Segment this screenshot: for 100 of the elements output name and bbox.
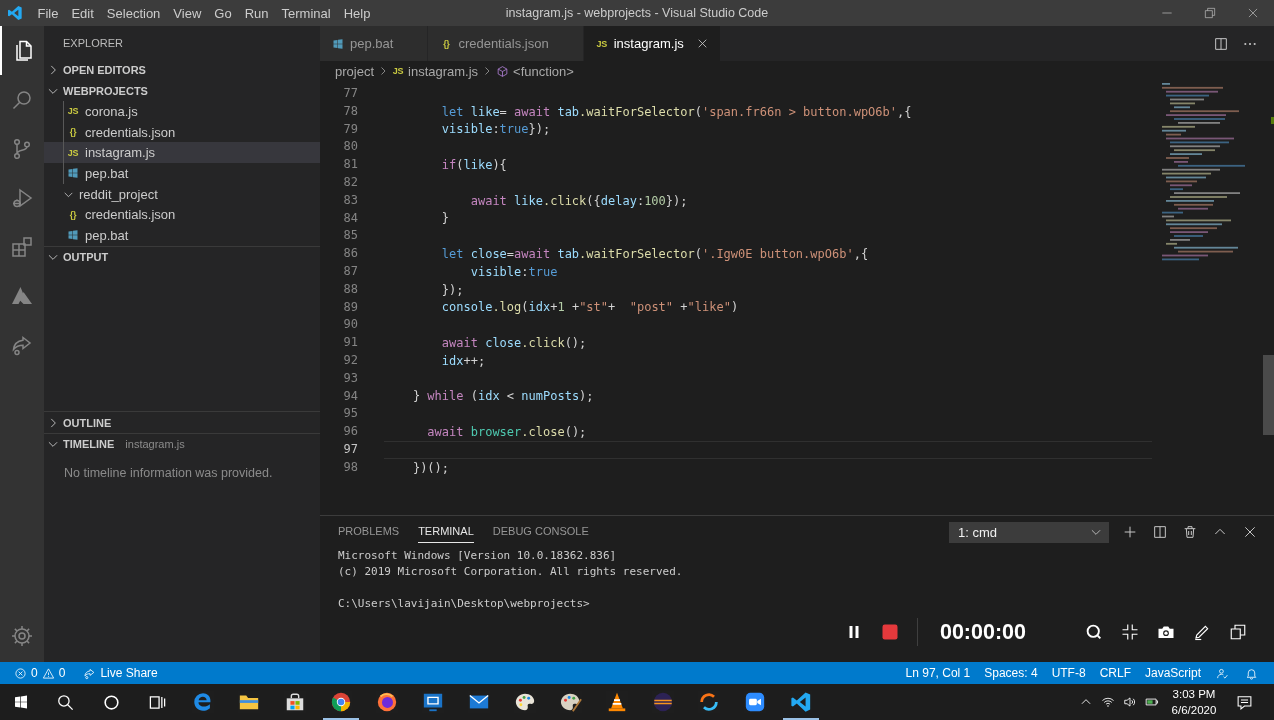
panel-tab[interactable]: DEBUG CONSOLE [492, 521, 589, 543]
code-line: idx++; [441, 353, 486, 368]
menu-item[interactable]: Help [337, 5, 377, 21]
menu-item[interactable]: Selection [100, 5, 167, 21]
code-line: await like.click({delay:100}); [470, 193, 688, 208]
section-header[interactable]: OUTPUT [44, 246, 320, 268]
warning-icon [41, 666, 55, 680]
panel-tab[interactable]: PROBLEMS [338, 521, 400, 543]
search-icon[interactable] [55, 693, 75, 712]
line-number: 96 [342, 423, 359, 441]
editor-tab[interactable]: {} credentials.json [428, 26, 584, 61]
scrollbar-thumb[interactable] [1263, 355, 1274, 435]
breadcrumb-item[interactable]: <function> [496, 63, 574, 79]
window-panes-icon [332, 37, 344, 50]
tree-item[interactable]: {} credentials.json [44, 204, 320, 226]
line-number: 78 [342, 102, 359, 120]
section-header[interactable]: OUTLINE [44, 412, 320, 433]
code-line: visible:true [470, 264, 558, 279]
code-line: console.log(idx+1 +"st"+ "post" +"like") [441, 300, 739, 315]
pen-icon[interactable] [1193, 623, 1211, 641]
menu-item[interactable]: Edit [64, 5, 101, 21]
monitor-icon[interactable] [422, 691, 444, 713]
status-item[interactable]: UTF-8 [1044, 662, 1093, 684]
video-camera-icon[interactable] [744, 691, 766, 713]
code-line: } while (idx < numPosts); [412, 389, 594, 404]
line-number: 91 [342, 334, 359, 352]
terminal-select[interactable]: 1: cmd [949, 521, 1109, 543]
code-line: let like= await tab.waitForSelector('span.fr66n > button.wpO6b',{ [441, 104, 912, 119]
status-item[interactable]: CRLF [1092, 662, 1138, 684]
terminal-prompt: C:\Users\lavijain\Desktop\webprojects> [338, 596, 591, 612]
section-header[interactable]: TIMELINE instagram.js [44, 433, 320, 455]
compress-icon[interactable] [1121, 623, 1139, 641]
task-view-icon[interactable] [147, 693, 167, 712]
segmented-circle-icon[interactable] [330, 691, 352, 713]
file-type-glyph: JS [595, 38, 608, 49]
settings-icon[interactable] [10, 624, 34, 648]
tree-item[interactable]: JS instagram.js [44, 142, 320, 164]
menu-item[interactable]: File [31, 5, 65, 21]
file-type-glyph: JS [67, 147, 79, 158]
circle-icon[interactable] [101, 693, 121, 712]
section-detail: instagram.js [125, 438, 185, 451]
breadcrumb-item[interactable]: project [335, 63, 375, 79]
wifi-icon[interactable] [1101, 695, 1115, 709]
volume-icon[interactable] [1123, 695, 1137, 709]
line-number: 85 [342, 227, 359, 245]
live-share-button[interactable]: Live Share [79, 662, 162, 684]
line-number: 88 [342, 280, 359, 298]
magnifier-icon[interactable] [1085, 623, 1103, 641]
section-header[interactable]: WEBPROJECTS [44, 80, 320, 101]
blocks-icon[interactable] [10, 234, 34, 259]
status-item[interactable]: Ln 97, Col 1 [898, 662, 978, 684]
menu-item[interactable]: Run [238, 5, 275, 21]
code-line: await browser.close(); [427, 425, 587, 440]
restore-icon[interactable] [1202, 6, 1217, 20]
error-icon [14, 666, 27, 680]
battery-icon[interactable] [1145, 695, 1159, 709]
tree-item[interactable]: pep.bat [44, 225, 320, 246]
notification-icon[interactable] [1236, 693, 1253, 711]
trash-icon[interactable] [1182, 524, 1198, 540]
status-item[interactable]: Spaces: 4 [977, 662, 1045, 684]
shopping-bag-icon[interactable] [284, 691, 306, 713]
folder-item[interactable]: reddit_project [44, 183, 320, 205]
file-type-glyph: JS [67, 106, 79, 117]
file-type-glyph: {} [68, 127, 78, 138]
section-header[interactable]: OPEN EDITORS [44, 60, 320, 81]
camera-icon[interactable] [1157, 623, 1175, 641]
menu-item[interactable]: Go [207, 5, 239, 21]
window-panes-icon [67, 167, 79, 180]
split-icon[interactable] [1152, 524, 1168, 540]
breadcrumb-item[interactable]: JS instagram.js [392, 63, 479, 79]
line-number: 92 [342, 351, 359, 369]
code-line: }); [441, 282, 464, 297]
file-type-glyph: JS [392, 66, 405, 76]
menu-item[interactable]: View [166, 5, 208, 21]
line-number: 82 [342, 174, 359, 191]
editor-tab[interactable]: JS instagram.js [583, 26, 721, 61]
clock-date[interactable]: 6/6/2020 [1171, 702, 1217, 718]
bell-icon[interactable] [1245, 666, 1258, 680]
editor-tab[interactable]: pep.bat [320, 26, 429, 61]
close-icon[interactable] [1242, 524, 1258, 540]
panel-tab[interactable]: TERMINAL [418, 521, 474, 543]
line-number: 84 [342, 209, 359, 227]
status-item[interactable]: JavaScript [1137, 662, 1208, 684]
line-number: 90 [342, 316, 359, 334]
globe-icon[interactable] [376, 691, 398, 713]
menu-item[interactable]: Terminal [275, 5, 338, 21]
sidebar-title: EXPLORER [62, 36, 124, 51]
problems-status[interactable]: 0 0 [10, 662, 70, 684]
line-number: 87 [342, 262, 359, 280]
striped-circle-icon[interactable] [652, 691, 674, 713]
line-number: 97 [342, 440, 359, 458]
ribbon-logo-icon [7, 5, 23, 21]
person-icon[interactable] [1216, 666, 1229, 680]
split-editor-icon[interactable] [1213, 35, 1229, 52]
line-number: 80 [342, 138, 359, 156]
overlapping-squares-icon[interactable] [1229, 623, 1247, 641]
plus-icon[interactable] [1122, 524, 1138, 540]
clock-time[interactable]: 3:03 PM [1172, 686, 1216, 702]
stop-icon[interactable] [880, 623, 899, 641]
start-icon[interactable] [13, 694, 29, 710]
